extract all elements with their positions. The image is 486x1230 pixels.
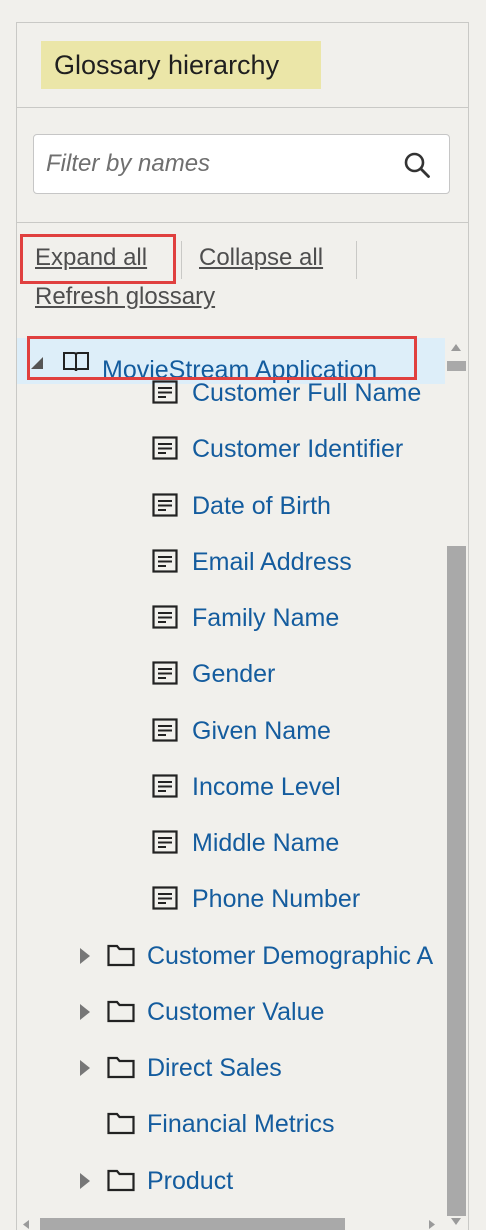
search-icon[interactable] [403, 151, 431, 179]
term-row[interactable]: Income Level [17, 767, 445, 807]
divider [16, 107, 469, 108]
document-icon [152, 605, 178, 629]
category-row[interactable]: Direct Sales [17, 1048, 445, 1088]
term-label[interactable]: Phone Number [192, 879, 360, 919]
document-icon [152, 436, 178, 460]
category-row[interactable]: Customer Value [17, 992, 445, 1032]
scroll-left-arrow-icon[interactable] [22, 1219, 30, 1230]
category-label[interactable]: Customer Demographic A [147, 936, 433, 976]
category-row[interactable]: Product [17, 1161, 445, 1201]
separator [181, 241, 182, 279]
scrollbar-track-segment [447, 361, 466, 371]
scroll-up-arrow-icon[interactable] [450, 343, 462, 352]
scroll-down-arrow-icon[interactable] [450, 1217, 462, 1226]
folder-icon [107, 1169, 135, 1192]
term-label[interactable]: Middle Name [192, 823, 339, 863]
divider [16, 222, 469, 223]
expand-all-callout [20, 234, 176, 284]
term-label[interactable]: Date of Birth [192, 486, 331, 526]
term-label[interactable]: Income Level [192, 767, 341, 807]
refresh-glossary-link[interactable]: Refresh glossary [35, 283, 215, 311]
separator [356, 241, 357, 279]
term-label[interactable]: Email Address [192, 542, 352, 582]
term-row[interactable]: Gender [17, 654, 445, 694]
term-label[interactable]: Customer Identifier [192, 429, 403, 469]
term-row[interactable]: Middle Name [17, 823, 445, 863]
document-icon [152, 493, 178, 517]
category-label[interactable]: Financial Metrics [147, 1104, 335, 1144]
category-label[interactable]: Product [147, 1161, 233, 1201]
scrollbar-thumb[interactable] [447, 546, 466, 1216]
term-row[interactable]: Email Address [17, 542, 445, 582]
expand-triangle-icon[interactable] [79, 1059, 91, 1077]
document-icon [152, 549, 178, 573]
folder-icon [107, 944, 135, 967]
document-icon [152, 380, 178, 404]
search-box [33, 134, 450, 194]
category-row[interactable]: Customer Demographic A [17, 936, 445, 976]
expand-triangle-icon[interactable] [79, 1172, 91, 1190]
expand-triangle-icon[interactable] [79, 947, 91, 965]
term-row[interactable]: Customer Identifier [17, 429, 445, 469]
term-label[interactable]: Family Name [192, 598, 339, 638]
term-row[interactable]: Phone Number [17, 879, 445, 919]
term-row[interactable]: Family Name [17, 598, 445, 638]
category-label[interactable]: Direct Sales [147, 1048, 282, 1088]
folder-icon [107, 1056, 135, 1079]
panel-title: Glossary hierarchy [41, 41, 321, 89]
root-node-callout [27, 336, 417, 380]
folder-icon [107, 1112, 135, 1135]
expand-triangle-icon[interactable] [79, 1003, 91, 1021]
document-icon [152, 830, 178, 854]
category-label[interactable]: Customer Value [147, 992, 324, 1032]
term-row[interactable]: Date of Birth [17, 486, 445, 526]
horizontal-scrollbar-thumb[interactable] [40, 1218, 345, 1230]
document-icon [152, 774, 178, 798]
category-row[interactable]: Financial Metrics [17, 1104, 445, 1144]
scroll-right-arrow-icon[interactable] [428, 1219, 436, 1230]
collapse-all-link[interactable]: Collapse all [199, 244, 323, 272]
document-icon [152, 718, 178, 742]
glossary-tree: MovieStream Application Customer Full Na… [17, 335, 445, 1230]
term-row[interactable]: Given Name [17, 711, 445, 751]
term-label[interactable]: Given Name [192, 711, 331, 751]
document-icon [152, 661, 178, 685]
document-icon [152, 886, 178, 910]
folder-icon [107, 1000, 135, 1023]
search-input[interactable] [34, 135, 394, 193]
term-label[interactable]: Gender [192, 654, 275, 694]
